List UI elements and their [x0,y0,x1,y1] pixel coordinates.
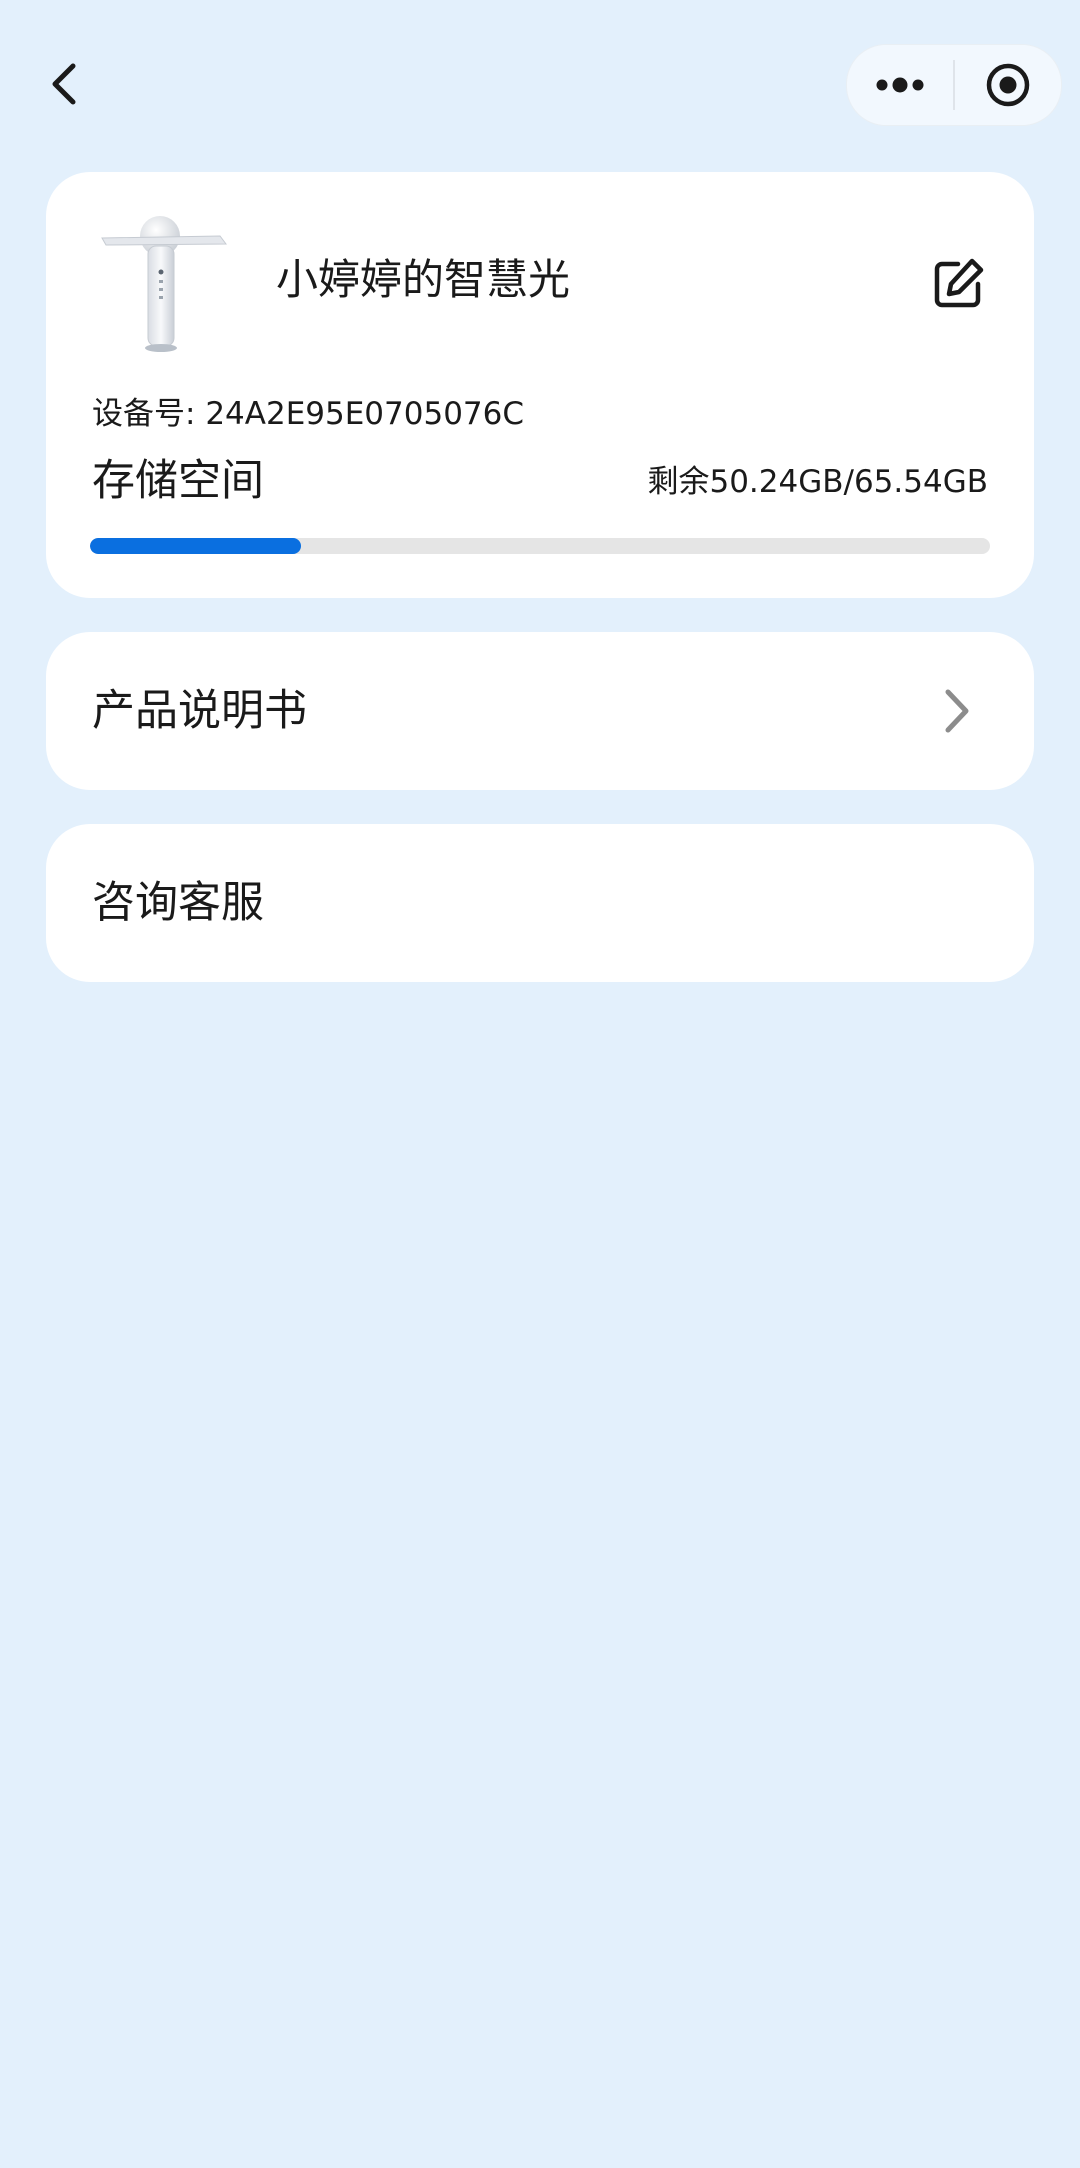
device-lamp-image [101,216,227,352]
chevron-right-icon [945,689,969,733]
menu-item-manual[interactable]: 产品说明书 [46,632,1034,790]
back-button[interactable] [38,52,90,116]
more-button[interactable] [847,45,953,125]
chevron-left-icon [52,63,76,105]
menu-item-service[interactable]: 咨询客服 [46,824,1034,982]
serial-label: 设备号: [92,396,196,432]
serial-number: 24A2E95E0705076C [205,396,525,432]
storage-title: 存储空间 [92,456,264,506]
device-card: 小婷婷的智慧光 设备号: 24A2E95E0705076C 存储空间 剩余50.… [46,172,1034,598]
storage-progress-fill [90,538,301,554]
menu-item-label: 产品说明书 [92,686,307,736]
close-button[interactable] [955,45,1061,125]
menu-item-label: 咨询客服 [92,878,264,928]
device-name: 小婷婷的智慧光 [276,255,571,304]
top-bar [0,0,1080,170]
more-dots-icon [876,77,924,93]
edit-name-button[interactable] [930,256,986,312]
record-circle-icon [986,63,1030,107]
storage-remaining: 剩余50.24GB/65.54GB [647,464,988,500]
storage-progress-bar [90,538,990,554]
device-serial: 设备号: 24A2E95E0705076C [92,394,524,434]
mini-program-capsule [846,44,1062,126]
edit-icon [934,258,984,308]
